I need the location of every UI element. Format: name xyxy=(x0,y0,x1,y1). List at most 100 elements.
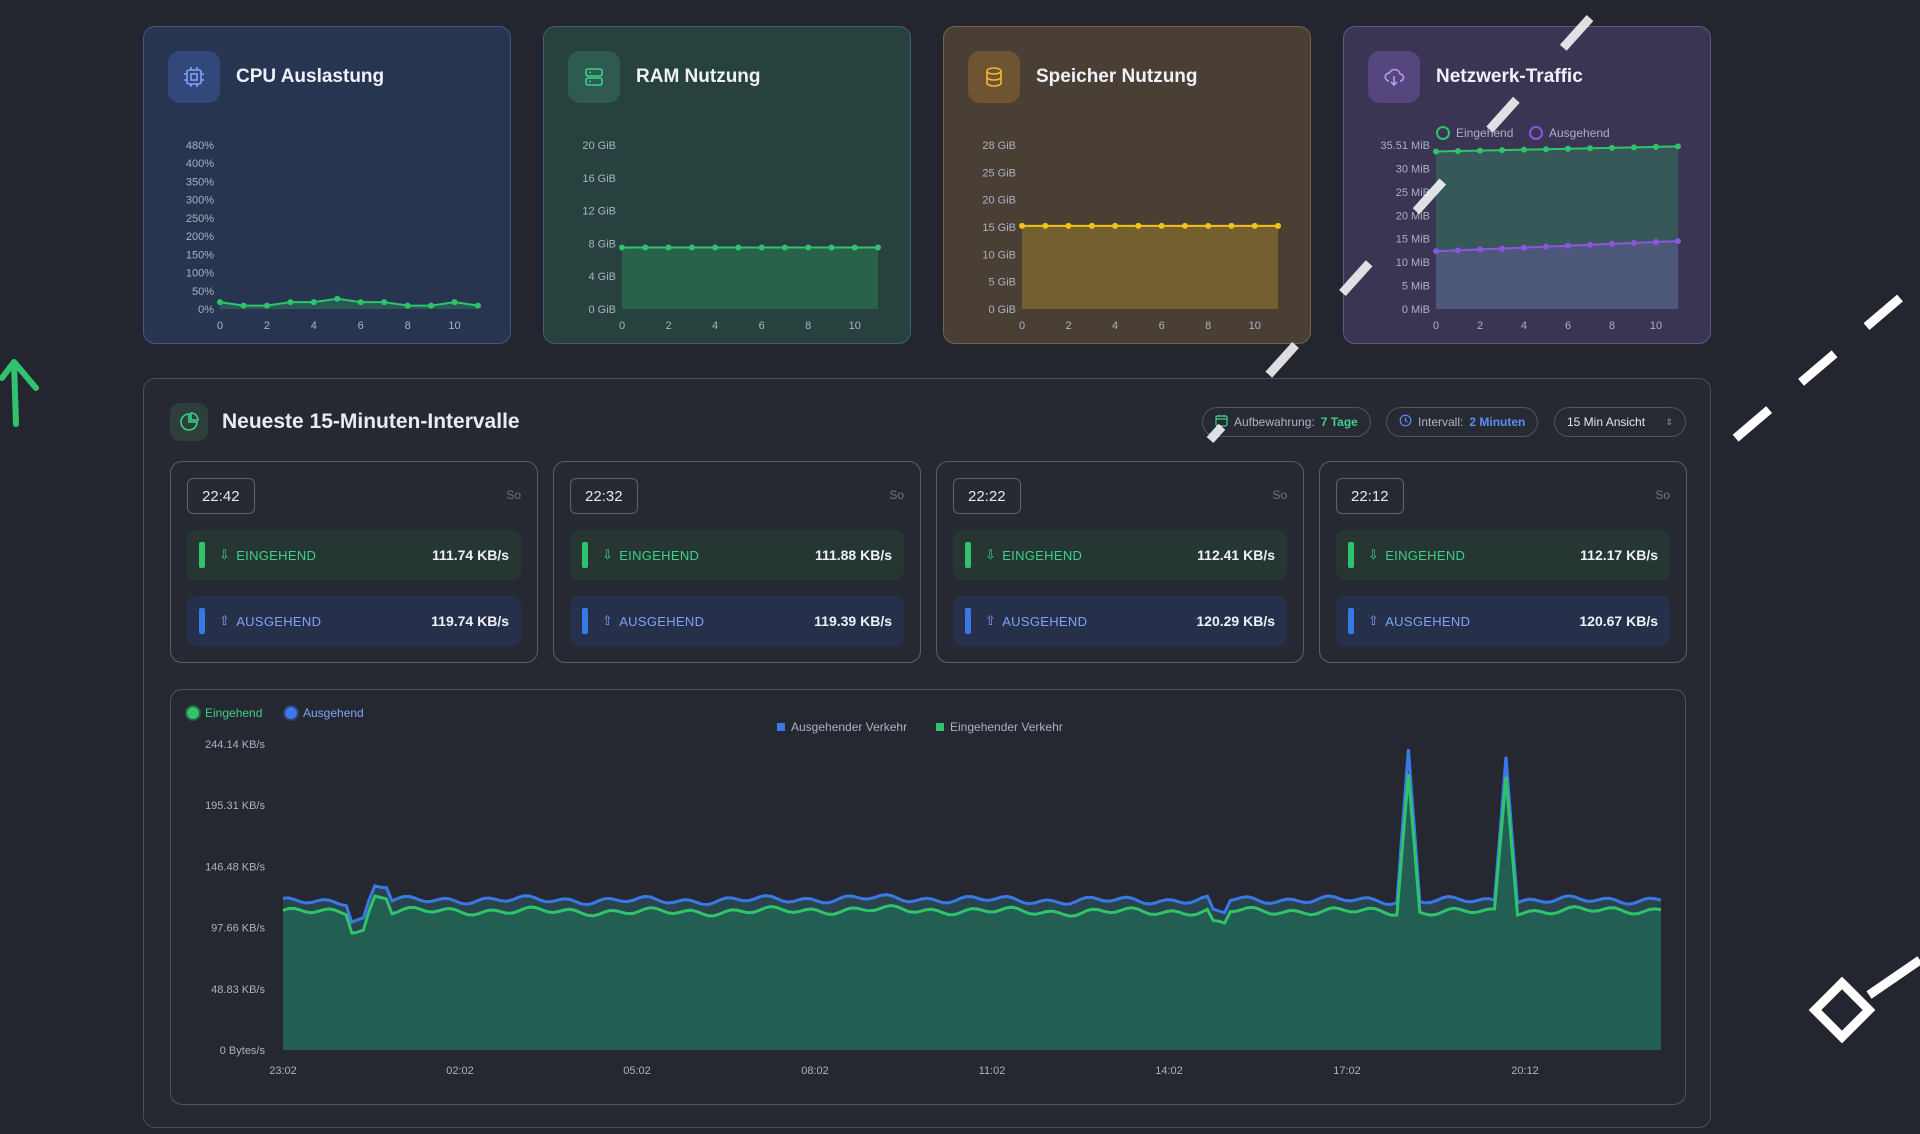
x-tick-label: 17:02 xyxy=(1333,1065,1361,1077)
cloud-download-icon: ⇩ xyxy=(1368,547,1380,562)
data-point xyxy=(758,244,765,251)
x-tick-label: 11:02 xyxy=(979,1065,1006,1077)
data-point xyxy=(1135,222,1142,229)
y-tick-label: 300% xyxy=(186,195,214,207)
outgoing-row: ⇧ AUSGEHEND 120.29 KB/s xyxy=(953,596,1287,646)
y-tick-label: 15 GiB xyxy=(982,222,1016,234)
data-point xyxy=(1675,143,1681,150)
data-point xyxy=(712,244,719,251)
outgoing-bar xyxy=(1348,608,1354,634)
y-tick-label: 5 GiB xyxy=(988,277,1016,289)
y-tick-label: 244.14 KB/s xyxy=(205,739,265,751)
data-point xyxy=(1653,143,1659,150)
y-tick-label: 0 GiB xyxy=(588,304,616,316)
outgoing-value: 120.67 KB/s xyxy=(1579,613,1658,629)
x-tick-label: 14:02 xyxy=(1155,1065,1183,1077)
outgoing-label: ⇧ AUSGEHEND xyxy=(985,613,1087,629)
data-point xyxy=(451,299,458,306)
y-tick-label: 100% xyxy=(186,268,214,280)
cloud-download-icon: ⇩ xyxy=(602,547,614,562)
outgoing-line xyxy=(282,749,1662,925)
cloud-download-icon: ⇩ xyxy=(985,547,997,562)
y-tick-label: 400% xyxy=(186,158,214,170)
incoming-bar xyxy=(965,542,971,568)
interval-card: 22:12 So ⇩ EINGEHEND 112.17 KB/s ⇧ AUSGEHE… xyxy=(1319,461,1687,663)
y-tick-label: 50% xyxy=(192,286,214,298)
incoming-value: 111.88 KB/s xyxy=(814,547,892,563)
x-tick-label: 23:02 xyxy=(269,1065,297,1077)
outgoing-label: ⇧ AUSGEHEND xyxy=(1368,613,1470,629)
ram-card: RAM Nutzung 20 GiB 16 GiB 12 GiB 8 GiB 4 GiB… xyxy=(543,26,911,344)
outgoing-value: 119.39 KB/s xyxy=(814,613,892,629)
data-point xyxy=(642,244,649,251)
y-tick-label: 20 GiB xyxy=(582,140,616,152)
incoming-line xyxy=(282,774,1662,936)
incoming-row: ⇩ EINGEHEND 111.74 KB/s xyxy=(187,530,521,580)
ram-chart: 20 GiB 16 GiB 12 GiB 8 GiB 4 GiB 0 GiB0 2 4 6 8 10 xyxy=(582,140,881,332)
outgoing-bar xyxy=(965,608,971,634)
data-point xyxy=(1065,222,1072,229)
x-tick-label: 0 xyxy=(1019,320,1025,332)
disk-card-title: Speicher Nutzung xyxy=(1036,66,1198,87)
outgoing-label-text: AUSGEHEND xyxy=(619,613,705,629)
interval-day: So xyxy=(1655,488,1670,502)
data-point xyxy=(1181,222,1188,229)
incoming-value: 112.41 KB/s xyxy=(1197,547,1275,563)
x-tick-label: 4 xyxy=(1112,320,1118,332)
outgoing-row: ⇧ AUSGEHEND 120.67 KB/s xyxy=(1336,596,1670,646)
dashed-streak xyxy=(1707,294,1903,464)
outgoing-label-text: AUSGEHEND xyxy=(1385,613,1471,629)
x-tick-label: 2 xyxy=(1065,320,1071,332)
cloud-upload-icon: ⇧ xyxy=(1368,613,1380,628)
data-point xyxy=(334,295,341,302)
data-point xyxy=(1631,144,1637,151)
cloud-upload-icon: ⇧ xyxy=(602,613,614,628)
incoming-area xyxy=(283,774,1661,1050)
interval-time: 22:42 xyxy=(187,478,255,514)
data-point xyxy=(665,244,672,251)
data-point xyxy=(805,244,812,251)
data-point xyxy=(404,302,411,309)
y-tick-label: 480% xyxy=(186,140,214,152)
interval-day: So xyxy=(1272,488,1287,502)
x-tick-label: 2 xyxy=(665,320,671,332)
x-tick-label: 20:12 xyxy=(1511,1065,1539,1077)
y-tick-label: 0% xyxy=(198,304,214,316)
x-tick-label: 6 xyxy=(358,320,364,332)
data-point xyxy=(310,299,317,306)
cpu-chart: 480% 400% 350% 300% 250% 200% 150% 100% 50% 0%0 2 4… xyxy=(186,140,481,332)
incoming-row: ⇩ EINGEHEND 111.88 KB/s xyxy=(570,530,904,580)
y-tick-label: 8 GiB xyxy=(588,238,616,250)
select-chevron-icon: ⇕ xyxy=(1665,416,1673,427)
y-tick-label: 146.48 KB/s xyxy=(205,861,265,873)
incoming-value: 112.17 KB/s xyxy=(1580,547,1658,563)
x-tick-label: 8 xyxy=(805,320,811,332)
cloud-upload-icon: ⇧ xyxy=(985,613,997,628)
incoming-bar xyxy=(1348,542,1354,568)
incoming-label-text: EINGEHEND xyxy=(236,547,317,563)
y-tick-label: 16 GiB xyxy=(582,173,616,185)
data-point xyxy=(287,299,294,306)
incoming-label-text: EINGEHEND xyxy=(619,547,700,563)
cpu-card-title: CPU Auslastung xyxy=(236,66,385,87)
diamond-icon xyxy=(1808,956,1920,1044)
y-tick-label: 20 GiB xyxy=(982,195,1016,207)
x-tick-label: 8 xyxy=(405,320,411,332)
incoming-bar xyxy=(199,542,205,568)
data-point xyxy=(1631,239,1637,246)
incoming-label-text: EINGEHEND xyxy=(1002,547,1083,563)
intervals-panel: Neueste 15-Minuten-Intervalle Aufbewahru… xyxy=(143,378,1711,1128)
data-point xyxy=(357,299,364,306)
interval-time: 22:32 xyxy=(570,478,638,514)
data-point xyxy=(1675,238,1681,245)
data-point xyxy=(428,302,435,309)
y-tick-label: 150% xyxy=(186,249,214,261)
x-tick-label: 10 xyxy=(849,320,861,332)
interval-time: 22:22 xyxy=(953,478,1021,514)
dashed-streak xyxy=(1206,14,1594,444)
y-tick-label: 200% xyxy=(186,231,214,243)
data-point xyxy=(781,244,788,251)
y-tick-label: 4 GiB xyxy=(588,271,616,283)
cpu-icon xyxy=(168,51,220,103)
data-point xyxy=(1158,222,1165,229)
